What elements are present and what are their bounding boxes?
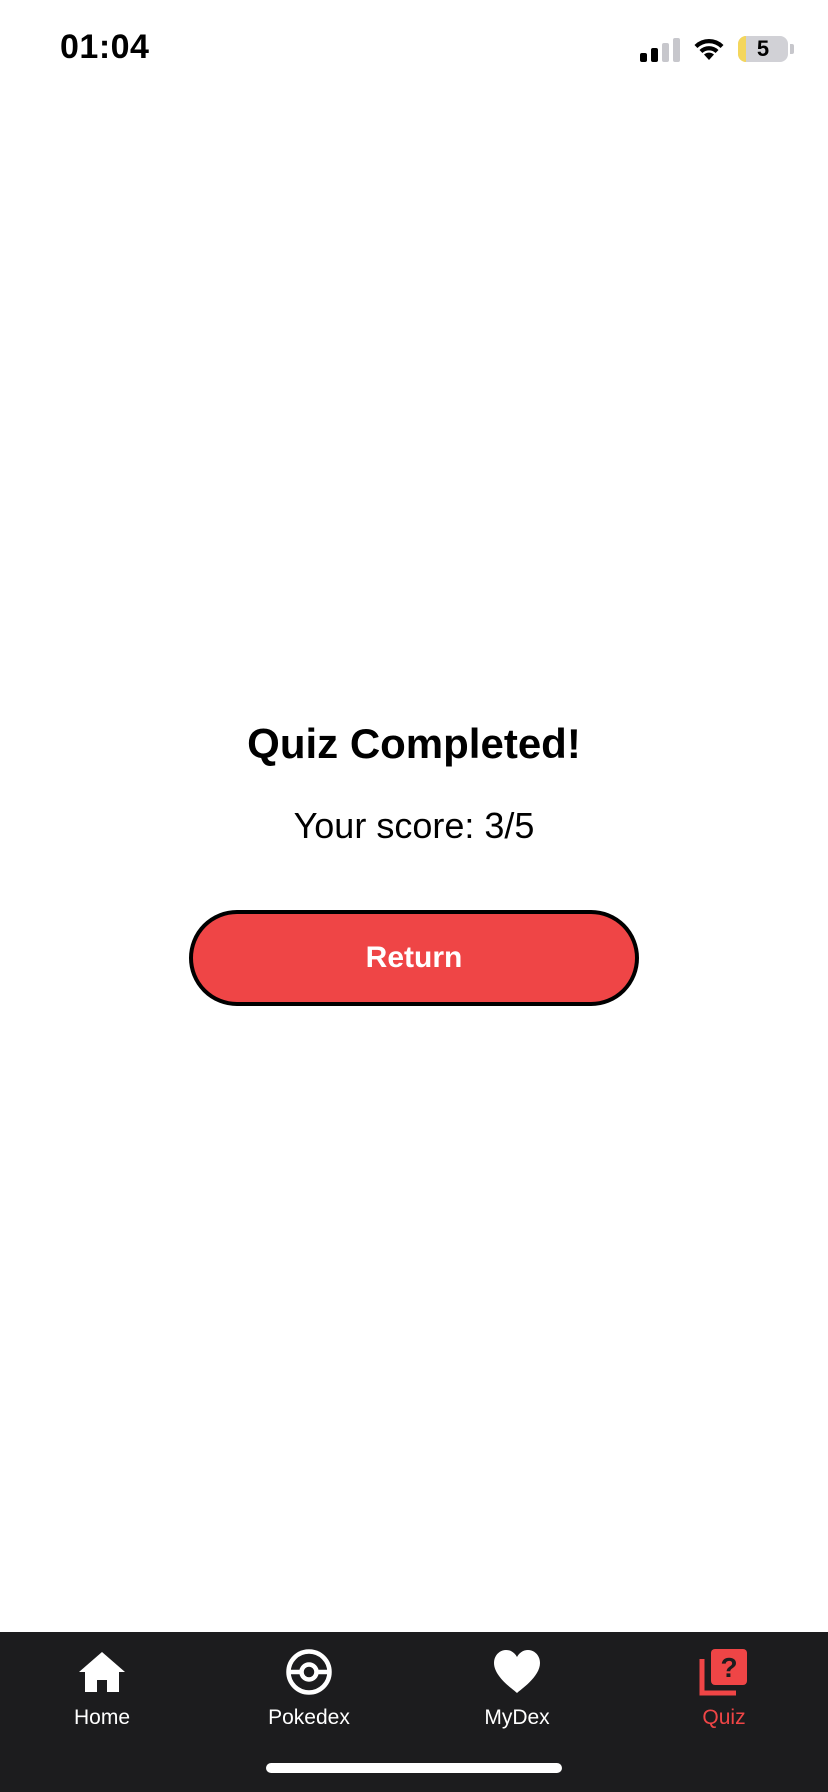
return-button[interactable]: Return: [189, 910, 639, 1006]
status-bar: 01:04 5: [0, 0, 828, 100]
pokeball-icon: [283, 1646, 335, 1698]
battery-tip: [790, 44, 794, 54]
score-text: Your score: 3/5: [293, 805, 535, 846]
quiz-completed-title: Quiz Completed!: [247, 720, 581, 767]
heart-icon: [491, 1646, 543, 1698]
tab-pokedex[interactable]: Pokedex: [229, 1646, 389, 1746]
tab-label-mydex: MyDex: [484, 1706, 550, 1729]
svg-text:?: ?: [720, 1652, 737, 1683]
quiz-icon: ?: [698, 1646, 750, 1698]
tab-label-pokedex: Pokedex: [268, 1706, 350, 1729]
home-indicator: [266, 1763, 562, 1773]
tab-quiz[interactable]: ? Quiz: [644, 1646, 804, 1746]
signal-icon: [640, 36, 680, 62]
status-icons: 5: [640, 34, 794, 64]
tab-label-quiz: Quiz: [702, 1706, 746, 1729]
tab-home[interactable]: Home: [22, 1646, 182, 1746]
tab-mydex[interactable]: MyDex: [437, 1646, 597, 1746]
battery-level: 5: [756, 36, 770, 61]
status-time: 01:04: [60, 28, 150, 66]
battery-icon: 5: [738, 36, 788, 62]
tab-label-home: Home: [73, 1706, 131, 1729]
wifi-icon: [694, 38, 724, 60]
home-icon: [76, 1646, 128, 1698]
quiz-result-screen: 01:04 5 Quiz Completed! Your score: 3/5 …: [0, 0, 828, 1792]
